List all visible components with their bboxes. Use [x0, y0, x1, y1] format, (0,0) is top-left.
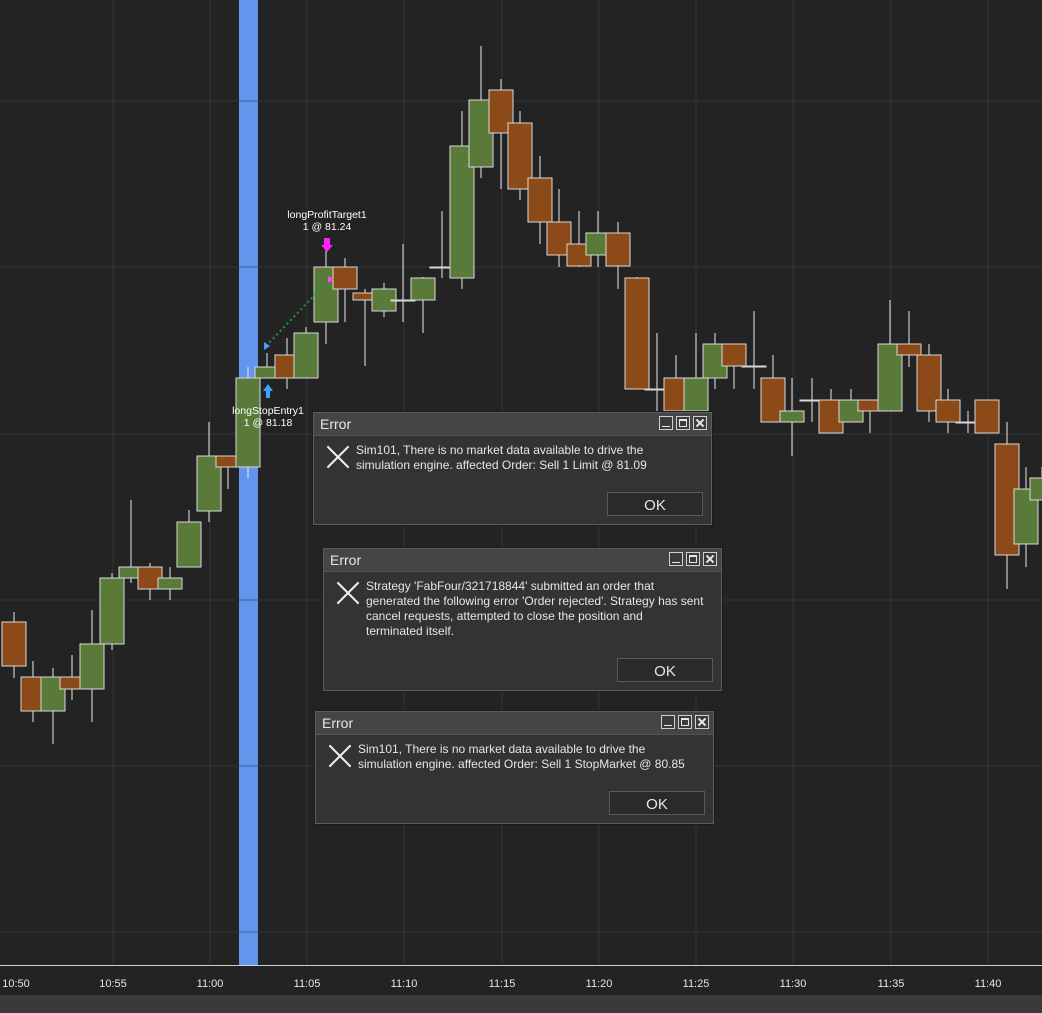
dialog-titlebar[interactable]: Error — [324, 549, 721, 572]
error-dialog-stopmarket: Error Sim101, There is no market data av… — [315, 711, 714, 824]
profit-target-detail: 1 @ 81.24 — [302, 221, 352, 233]
candle-body — [527, 177, 553, 223]
candle-body — [293, 332, 319, 379]
candle-body — [176, 521, 202, 568]
stop-entry-name: longStopEntry1 — [232, 405, 304, 417]
candle-body — [683, 377, 709, 412]
dialog-title: Error — [330, 552, 362, 568]
time-label-1050: 10:50 — [2, 978, 30, 990]
dialog-message: Sim101, There is no market data availabl… — [356, 443, 647, 472]
candle-body — [332, 266, 358, 290]
dialog-message: Strategy 'FabFour/321718844' submitted a… — [366, 579, 704, 638]
time-label-1135: 11:35 — [877, 978, 905, 990]
ok-button[interactable]: OK — [617, 658, 713, 682]
profit-target-label: longProfitTarget1 1 @ 81.24 — [287, 209, 366, 233]
candle-body — [1, 621, 27, 667]
dialog-title: Error — [320, 416, 352, 432]
time-label-1130: 11:30 — [779, 978, 807, 990]
dialog-title: Error — [322, 715, 354, 731]
candle-body — [157, 577, 183, 590]
stop-entry-label: longStopEntry1 1 @ 81.18 — [232, 405, 304, 429]
time-label-1055: 10:55 — [99, 978, 127, 990]
candle-body — [410, 277, 436, 301]
time-label-1140: 11:40 — [974, 978, 1002, 990]
close-icon[interactable] — [703, 552, 717, 566]
dialog-titlebar[interactable]: Error — [316, 712, 713, 735]
time-axis: 10:50 10:55 11:00 11:05 11:10 11:15 11:2… — [0, 965, 1042, 996]
close-icon[interactable] — [695, 715, 709, 729]
arrow-up-icon — [263, 384, 273, 398]
maximize-icon[interactable] — [678, 715, 692, 729]
candle-body — [1029, 477, 1042, 501]
error-dialog-strategy: Error Strategy 'FabFour/321718844' submi… — [323, 548, 722, 691]
candle-body — [721, 343, 747, 367]
candle-body — [779, 410, 805, 423]
candle-body — [99, 577, 125, 645]
time-label-1100: 11:00 — [196, 978, 224, 990]
candle-body — [605, 232, 631, 267]
candle-body — [896, 343, 922, 356]
time-label-1110: 11:10 — [390, 978, 418, 990]
candle-body — [974, 399, 1000, 434]
stop-entry-detail: 1 @ 81.18 — [243, 417, 293, 429]
dialog-message: Sim101, There is no market data availabl… — [358, 742, 685, 771]
x-error-icon — [328, 744, 352, 768]
ok-button[interactable]: OK — [609, 791, 705, 815]
x-error-icon — [336, 581, 360, 605]
minimize-icon[interactable] — [659, 416, 673, 430]
dialog-titlebar[interactable]: Error — [314, 413, 711, 436]
x-error-icon — [326, 445, 350, 469]
time-label-1120: 11:20 — [585, 978, 613, 990]
chart-scrollbar[interactable] — [0, 995, 1042, 1013]
arrow-down-icon — [321, 238, 333, 252]
minimize-icon[interactable] — [669, 552, 683, 566]
candle-body — [624, 277, 650, 390]
close-icon[interactable] — [693, 416, 707, 430]
maximize-icon[interactable] — [676, 416, 690, 430]
time-label-1125: 11:25 — [682, 978, 710, 990]
candle-body — [79, 643, 105, 690]
maximize-icon[interactable] — [686, 552, 700, 566]
candle-body — [741, 365, 767, 368]
profit-target-name: longProfitTarget1 — [287, 209, 367, 221]
time-label-1115: 11:15 — [488, 978, 516, 990]
ok-button[interactable]: OK — [607, 492, 703, 516]
minimize-icon[interactable] — [661, 715, 675, 729]
time-label-1105: 11:05 — [293, 978, 321, 990]
entry-marker — [264, 342, 270, 350]
highlight-bar — [239, 0, 258, 965]
error-dialog-limit: Error Sim101, There is no market data av… — [313, 412, 712, 525]
candle-body — [935, 399, 961, 423]
